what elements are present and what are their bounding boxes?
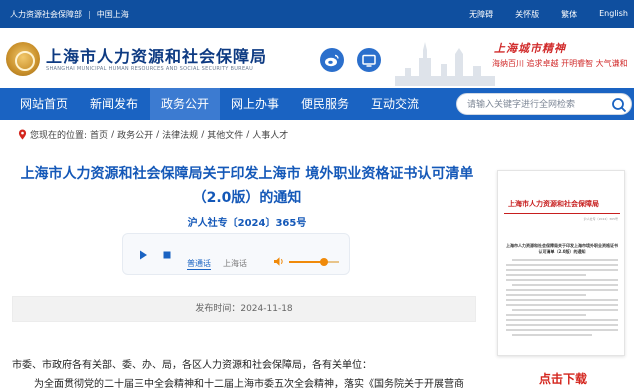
top-link-shanghai[interactable]: 中国上海 [97,9,129,20]
thumbnail-text-line [512,334,592,336]
shanghainese-option[interactable]: 上海话 [223,258,247,269]
stop-icon[interactable] [159,247,175,263]
document-number: 沪人社专〔2024〕365号 [187,218,307,229]
tv-glyph [362,54,376,67]
traditional-chinese-link[interactable]: 繁体 [561,9,577,20]
breadcrumb-other-docs[interactable]: 其他文件 [207,128,243,141]
top-link-mohrss[interactable]: 人力资源社会保障部 [10,9,82,20]
thumbnail-text-line [506,324,618,326]
document-thumbnail[interactable]: 上海市人力资源和社会保障局 沪人社专〔2024〕365号 上海市人力资源和社会保… [497,170,625,356]
breadcrumb-separator: / [246,129,250,140]
thumbnail-text-line [506,294,586,296]
thumbnail-text-line [506,274,586,276]
top-tools: 无障碍 关怀版 繁体 English [469,9,628,20]
breadcrumb-gov-affairs[interactable]: 政务公开 [117,128,153,141]
site-title[interactable]: 上海市人力资源和社会保障局 [46,43,267,67]
play-icon[interactable] [135,247,151,263]
thumbnail-text-line [506,329,618,331]
thumbnail-text-line [512,259,618,261]
breadcrumb-separator: / [156,129,160,140]
thumbnail-text-line [506,264,618,266]
site-subtitle: SHANGHAI MUNICIPAL HUMAN RESOURCES AND S… [46,66,254,72]
mandarin-option[interactable]: 普通话 [187,258,211,270]
weibo-icon[interactable] [320,48,344,72]
breadcrumb-personnel[interactable]: 人事人才 [252,128,288,141]
thumbnail-text-line [512,309,618,311]
thumbnail-divider [504,213,620,214]
slogan-title: 上海城市精神 [494,42,566,55]
breadcrumb-separator: / [201,129,205,140]
search-box [456,93,632,115]
thumbnail-text-line [506,304,618,306]
top-separator: | [88,10,91,19]
location-pin-icon [18,129,27,140]
nav-home[interactable]: 网站首页 [10,88,78,120]
download-button[interactable]: 点击下载 [539,370,587,387]
breadcrumb-home[interactable]: 首页 [90,128,108,141]
bureau-logo[interactable] [6,42,40,76]
article-paragraph-1: 为全面贯彻党的二十届三中全会精神和十二届上海市委五次全会精神，落实《国务院关于开… [34,379,464,390]
tv-icon[interactable] [357,48,381,72]
top-bar: 人力资源社会保障部 | 中国上海 无障碍 关怀版 繁体 English [0,0,634,28]
thumbnail-text-line [512,284,618,286]
search-input[interactable] [467,97,607,112]
breadcrumb-laws[interactable]: 法律法规 [162,128,198,141]
thumbnail-text-line [506,314,586,316]
thumbnail-header: 上海市人力资源和社会保障局 [508,200,599,208]
skyline-decoration [395,42,495,86]
thumbnail-text-line [506,289,618,291]
care-mode-link[interactable]: 关怀版 [515,9,539,20]
volume-slider[interactable] [289,258,339,266]
nav-online-service[interactable]: 网上办事 [220,88,290,120]
top-links: 人力资源社会保障部 | 中国上海 [10,9,129,20]
accessibility-link[interactable]: 无障碍 [469,9,493,20]
volume-icon[interactable] [273,256,285,267]
article-paragraph-salutation: 市委、市政府各有关部、委、办、局，各区人力资源和社会保障局，各有关单位： [12,360,372,371]
thumbnail-text-line [506,319,618,321]
english-link[interactable]: English [599,9,628,20]
thumbnail-text-line [506,269,618,271]
search-icon[interactable] [611,97,627,113]
article-title: 上海市人力资源和社会保障局关于印发上海市 境外职业资格证书认可清单（2.0版）的… [20,166,474,206]
nav-convenience[interactable]: 便民服务 [290,88,360,120]
thumbnail-doc-number: 沪人社专〔2024〕365号 [583,217,618,221]
nav-news[interactable]: 新闻发布 [78,88,150,120]
thumbnail-title: 上海市人力资源和社会保障局关于印发上海市境外职业资格证书认可清单（2.0版）的通… [506,243,618,254]
site-header: 上海市人力资源和社会保障局 SHANGHAI MUNICIPAL HUMAN R… [0,28,634,88]
nav-interaction[interactable]: 互动交流 [360,88,430,120]
volume-level [289,261,324,263]
slogan-words: 海纳百川 追求卓越 开明睿智 大气谦和 [492,59,628,68]
breadcrumb-prefix: 您现在的位置: [30,131,88,141]
publish-date: 发布时间：2024-11-18 [12,296,476,322]
audio-player: 普通话 上海话 [122,233,350,275]
thumbnail-text-line [506,299,618,301]
volume-knob[interactable] [320,258,328,266]
breadcrumb: 您现在的位置: 首页 / 政务公开 / 法律法规 / 其他文件 / 人事人才 [18,128,288,141]
weibo-glyph [325,54,339,67]
breadcrumb-separator: / [111,129,115,140]
nav-gov-affairs[interactable]: 政务公开 [150,88,220,120]
thumbnail-text-line [506,279,618,281]
